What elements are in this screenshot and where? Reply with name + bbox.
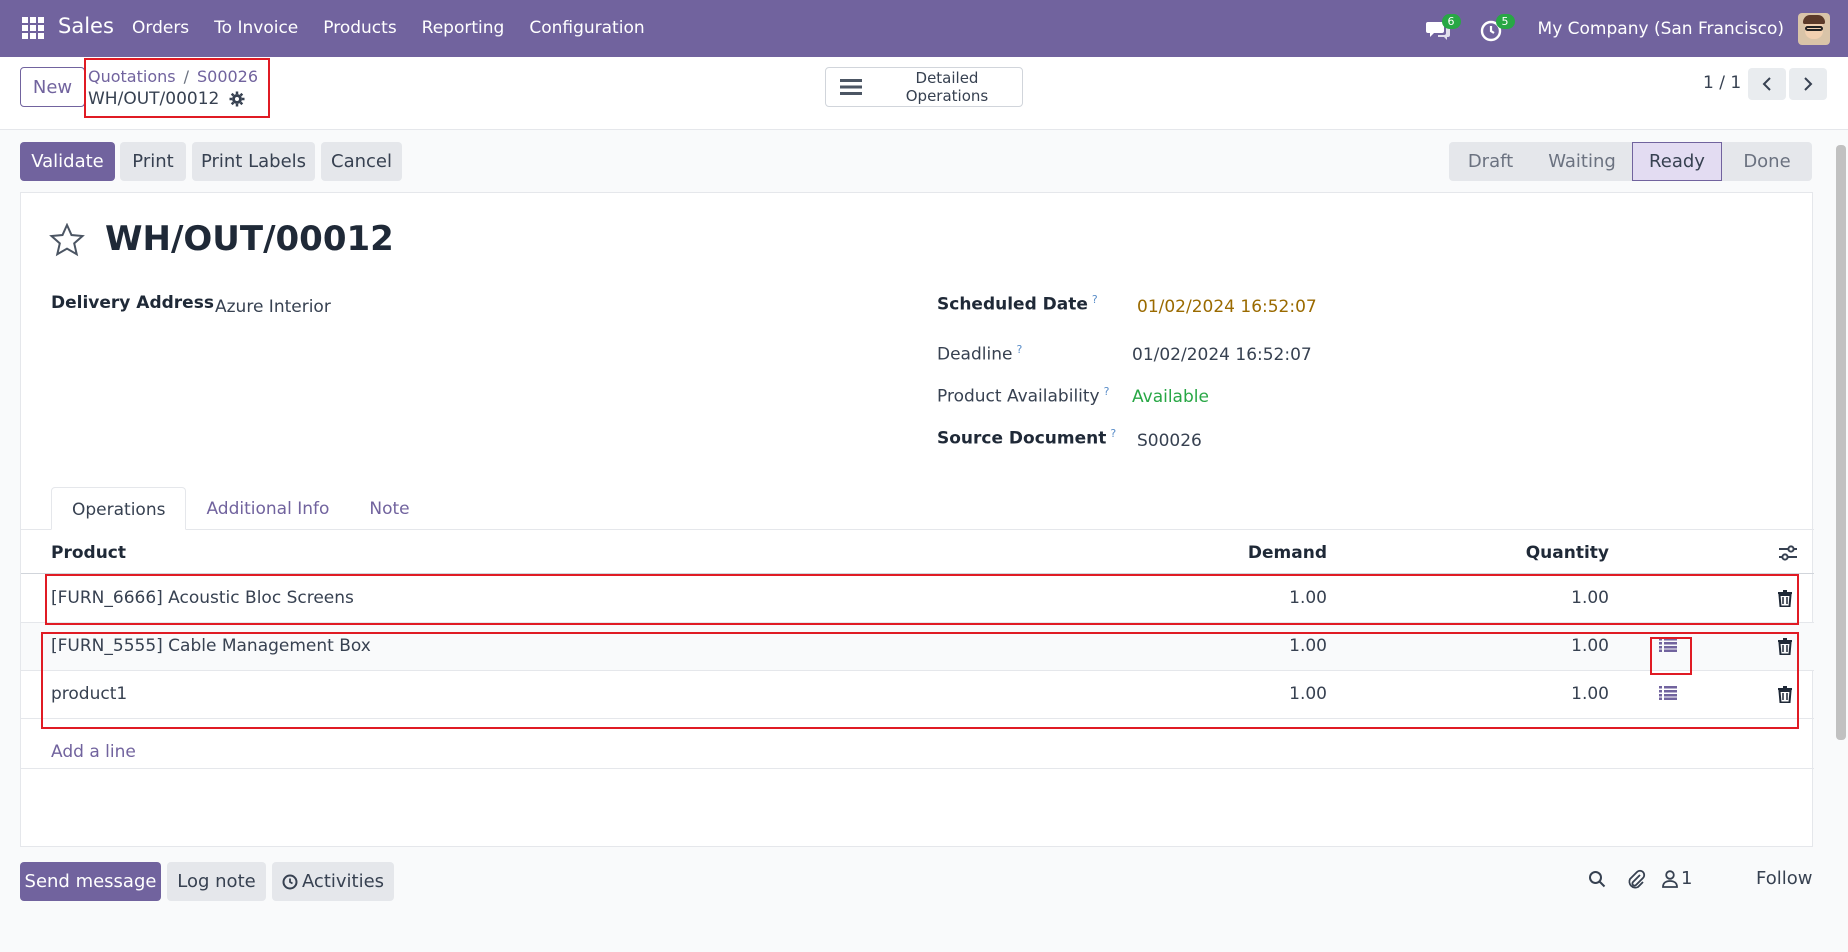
print-button[interactable]: Print — [120, 142, 186, 181]
column-quantity[interactable]: Quantity — [1501, 543, 1609, 563]
activities-button[interactable]: 5 — [1474, 13, 1515, 44]
messages-button[interactable]: 6 — [1420, 13, 1461, 44]
tab-additional-info[interactable]: Additional Info — [186, 487, 349, 530]
cancel-button[interactable]: Cancel — [321, 142, 402, 181]
followers-count[interactable]: 1 — [1681, 868, 1692, 889]
product-availability-value: Available — [1132, 387, 1209, 407]
app-name[interactable]: Sales — [58, 14, 114, 38]
validate-button[interactable]: Validate — [20, 142, 115, 181]
page-scrollbar[interactable] — [1836, 145, 1846, 740]
menu-item-configuration[interactable]: Configuration — [529, 18, 644, 38]
star-icon[interactable] — [49, 223, 85, 257]
action-bar: Validate Print Print Labels Cancel Draft… — [0, 130, 1848, 190]
menu-item-reporting[interactable]: Reporting — [422, 18, 505, 38]
table-header: Product Demand Quantity — [21, 531, 1814, 574]
list-details-icon[interactable] — [1659, 638, 1677, 652]
tab-operations[interactable]: Operations — [51, 487, 187, 530]
print-labels-button[interactable]: Print Labels — [192, 142, 315, 181]
detailed-operations-label: Detailed Operations — [905, 69, 989, 105]
user-icon[interactable] — [1662, 869, 1678, 888]
trash-icon[interactable] — [1778, 638, 1792, 655]
follow-button[interactable]: Follow — [1756, 868, 1812, 889]
paperclip-icon[interactable] — [1626, 869, 1646, 889]
help-icon[interactable]: ? — [1092, 293, 1098, 306]
new-button[interactable]: New — [20, 67, 85, 107]
row-quantity[interactable]: 1.00 — [1501, 636, 1609, 656]
help-icon[interactable]: ? — [1110, 427, 1116, 440]
main-menu: Orders To Invoice Products Reporting Con… — [132, 18, 670, 38]
breadcrumb-order[interactable]: S00026 — [197, 67, 258, 86]
record-name-text: WH/OUT/00012 — [88, 89, 220, 109]
menu-item-products[interactable]: Products — [323, 18, 396, 38]
product-availability-label: Product Availability? — [937, 385, 1110, 407]
search-icon[interactable] — [1588, 870, 1606, 888]
column-demand[interactable]: Demand — [1241, 543, 1327, 563]
help-icon[interactable]: ? — [1104, 385, 1110, 398]
log-note-button[interactable]: Log note — [167, 862, 266, 901]
column-settings-icon[interactable] — [1779, 545, 1797, 561]
picking-title: WH/OUT/00012 — [105, 219, 394, 259]
stage-draft[interactable]: Draft — [1449, 142, 1532, 181]
user-avatar[interactable] — [1798, 12, 1830, 45]
table-row[interactable]: [FURN_5555] Cable Management Box 1.00 1.… — [21, 623, 1814, 671]
tab-note[interactable]: Note — [349, 487, 429, 530]
apps-menu-icon[interactable] — [22, 17, 44, 39]
menu-item-orders[interactable]: Orders — [132, 18, 189, 38]
chatter-tools: 1 — [1588, 868, 1692, 889]
stage-ready[interactable]: Ready — [1632, 142, 1722, 181]
add-line-link[interactable]: Add a line — [51, 742, 136, 762]
send-message-button[interactable]: Send message — [20, 862, 161, 901]
breadcrumb: Quotations / S00026 — [88, 67, 259, 86]
row-product[interactable]: [FURN_5555] Cable Management Box — [51, 636, 371, 656]
pager-value[interactable]: 1 / 1 — [1703, 73, 1741, 93]
activities-badge: 5 — [1495, 13, 1515, 29]
trash-icon[interactable] — [1778, 686, 1792, 703]
record-name: WH/OUT/00012 — [88, 89, 245, 109]
activities-label: Activities — [301, 871, 385, 892]
stage-done[interactable]: Done — [1722, 142, 1812, 181]
pager-previous-button[interactable] — [1748, 68, 1786, 100]
hamburger-icon — [840, 79, 862, 95]
table-row[interactable]: [FURN_6666] Acoustic Bloc Screens 1.00 1… — [21, 575, 1814, 623]
chevron-right-icon — [1804, 77, 1813, 91]
top-navbar: Sales Orders To Invoice Products Reporti… — [0, 0, 1848, 57]
status-bar: Draft Waiting Ready Done — [1449, 142, 1812, 181]
messages-badge: 6 — [1441, 13, 1461, 29]
row-demand[interactable]: 1.00 — [1241, 684, 1327, 704]
control-panel: New Quotations / S00026 WH/OUT/00012 Detai… — [0, 57, 1848, 130]
row-demand[interactable]: 1.00 — [1241, 588, 1327, 608]
row-demand[interactable]: 1.00 — [1241, 636, 1327, 656]
stage-waiting[interactable]: Waiting — [1532, 142, 1632, 181]
scheduled-date-field[interactable]: 01/02/2024 16:52:07 — [1137, 297, 1317, 317]
clock-icon — [282, 874, 298, 889]
chevron-left-icon — [1762, 77, 1771, 91]
add-line-row — [21, 721, 1814, 769]
delivery-address-field[interactable]: Azure Interior — [215, 297, 331, 317]
menu-item-to-invoice[interactable]: To Invoice — [214, 18, 298, 38]
help-icon[interactable]: ? — [1016, 343, 1022, 356]
source-document-label: Source Document? — [937, 427, 1117, 449]
row-quantity[interactable]: 1.00 — [1501, 684, 1609, 704]
scheduled-date-label: Scheduled Date? — [937, 293, 1098, 315]
breadcrumb-quotations[interactable]: Quotations — [88, 67, 176, 86]
detailed-operations-button[interactable]: Detailed Operations — [825, 67, 1023, 107]
deadline-label: Deadline? — [937, 343, 1023, 365]
gear-icon[interactable] — [229, 91, 245, 107]
pager-next-button[interactable] — [1789, 68, 1827, 100]
company-switcher[interactable]: My Company (San Francisco) — [1538, 19, 1784, 39]
form-sheet: WH/OUT/00012 Delivery Address Azure Inte… — [20, 192, 1814, 847]
row-product[interactable]: [FURN_6666] Acoustic Bloc Screens — [51, 588, 354, 608]
source-document-field[interactable]: S00026 — [1137, 431, 1202, 451]
list-details-icon[interactable] — [1659, 686, 1677, 700]
deadline-field: 01/02/2024 16:52:07 — [1132, 345, 1312, 365]
activities-button[interactable]: Activities — [272, 862, 394, 901]
column-product[interactable]: Product — [51, 543, 126, 563]
notebook-tabs: Operations Additional Info Note — [51, 487, 430, 530]
trash-icon[interactable] — [1778, 590, 1792, 607]
row-product[interactable]: product1 — [51, 684, 127, 704]
table-row[interactable]: product1 1.00 1.00 — [21, 671, 1814, 719]
chatter-bar: Send message Log note Activities 1 Follo… — [0, 850, 1848, 910]
row-quantity[interactable]: 1.00 — [1501, 588, 1609, 608]
delivery-address-label: Delivery Address — [51, 293, 214, 313]
